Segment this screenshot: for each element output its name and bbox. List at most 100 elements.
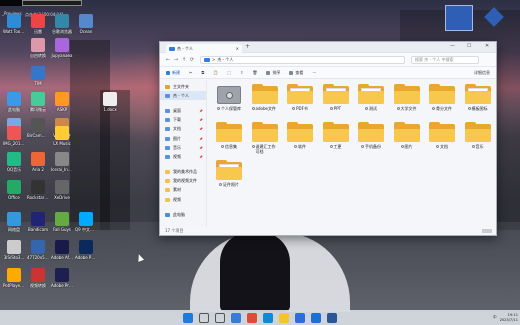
details-button[interactable]: 详细信息 — [474, 70, 490, 76]
desktop-icon[interactable]: Watt Toolkit — [3, 14, 25, 34]
recording-timer[interactable]: 点击关闭 [00:04:14] — [22, 0, 82, 17]
file-item[interactable]: PDF书 — [284, 84, 316, 111]
desktop-icon[interactable]: Ocean — [75, 14, 97, 34]
desktop-icon[interactable]: IMG_2019... — [3, 126, 25, 146]
desktop-icon[interactable]: ASKP — [51, 92, 73, 112]
file-item[interactable]: 大学文件 — [391, 84, 423, 111]
desktop-icon[interactable]: BirCam软件 — [27, 118, 49, 138]
more-button[interactable]: ··· — [312, 70, 316, 75]
desktop-icon[interactable]: Fall Guys — [51, 212, 73, 232]
back-button[interactable]: ← — [164, 57, 172, 63]
file-item[interactable]: 测试 — [355, 84, 387, 111]
file-item[interactable]: 个人保管库 — [213, 86, 245, 111]
desktop-icon[interactable]: Adobe Premiere P... — [51, 268, 73, 288]
file-item[interactable]: 谁建汇工作可档 — [249, 122, 281, 154]
desktop-icon[interactable]: Adobe After Effects 2023 — [51, 240, 73, 260]
desktop-icon[interactable]: 腾讯微云 — [27, 92, 49, 112]
sidebar-item[interactable]: 杰 - 个人 — [160, 91, 206, 101]
new-tab-button[interactable]: + — [245, 43, 250, 50]
sidebar-item[interactable]: 桌面 📌 — [160, 106, 206, 115]
sort-button[interactable]: 排序 — [266, 70, 280, 76]
sidebar-item[interactable]: 图片 📌 — [160, 134, 206, 143]
chrome-icon[interactable] — [247, 312, 257, 323]
title-bar[interactable]: 杰 - 个人 ✕ + — ☐ ✕ — [160, 42, 496, 53]
desktop-icon[interactable]: 迅雷 — [27, 14, 49, 34]
tab-close-icon[interactable]: ✕ — [236, 46, 239, 51]
desktop-icon[interactable]: XeDrive — [51, 180, 73, 200]
view-toggle[interactable] — [482, 229, 492, 233]
file-item[interactable]: 图片 — [391, 122, 423, 149]
sidebar-item[interactable]: 音乐 📌 — [160, 143, 206, 152]
task-view-icon[interactable] — [215, 312, 225, 323]
up-button[interactable]: ↑ — [180, 57, 188, 63]
tab-current[interactable]: 杰 - 个人 ✕ — [166, 44, 242, 53]
close-button[interactable]: ✕ — [485, 43, 489, 49]
windows-icon[interactable] — [183, 312, 193, 323]
desktop-icon[interactable]: 自由转换 — [27, 38, 49, 58]
file-item[interactable]: 工更 — [320, 122, 352, 149]
desktop-icon[interactable]: Office — [3, 180, 25, 200]
sidebar-item[interactable]: 我的视频文件 — [160, 177, 206, 186]
mail-icon[interactable] — [311, 312, 321, 323]
file-item[interactable]: PPT — [320, 84, 352, 111]
sidebar-item[interactable]: 视频 📌 — [160, 152, 206, 161]
cut-button[interactable]: ✂ — [189, 70, 192, 75]
desktop-icon[interactable]: Icerai_In-... — [51, 152, 73, 172]
address-bar[interactable]: > 杰 - 个人 — [200, 55, 405, 64]
desktop-icon[interactable]: Bandicam — [27, 212, 49, 232]
sidebar-item[interactable]: 我的美术作品 — [160, 168, 206, 177]
word-icon[interactable] — [327, 312, 337, 323]
file-item[interactable]: adobe文件 — [249, 84, 281, 111]
sidebar-item[interactable]: 此电脑 — [160, 210, 206, 219]
desktop-icon[interactable]: Adobe Photosho... — [75, 240, 97, 260]
file-explorer-window[interactable]: 杰 - 个人 ✕ + — ☐ ✕ ← → ↑ ⟳ > 杰 - 个人 搜索 杰 -… — [159, 41, 497, 236]
widgets-icon[interactable] — [231, 312, 241, 323]
file-item[interactable]: 信息集 — [213, 122, 245, 149]
file-item[interactable]: 文档 — [426, 122, 458, 149]
file-item[interactable]: 证件照片 — [213, 160, 245, 187]
view-button[interactable]: 查看 — [289, 70, 303, 76]
sidebar-item[interactable]: 文档 📌 — [160, 125, 206, 134]
desktop-icon[interactable]: 此电脑 — [3, 92, 25, 112]
search-input[interactable]: 搜索 杰 - 个人 中搜索 — [411, 55, 479, 64]
file-item[interactable]: 音乐 — [462, 122, 494, 149]
file-item[interactable]: 模板图标 — [462, 84, 494, 111]
search-icon[interactable] — [199, 312, 209, 323]
breadcrumb[interactable]: 杰 - 个人 — [217, 57, 233, 63]
new-button[interactable]: 新建 — [166, 70, 180, 76]
desktop-icon[interactable]: PotPlayer 64 bit — [3, 268, 25, 288]
rename-button[interactable]: ⬚ — [227, 70, 231, 75]
sidebar-item[interactable]: 素材 — [160, 186, 206, 195]
minimize-button[interactable]: — — [450, 43, 455, 49]
desktop-icon[interactable]: 视频转换 — [27, 268, 49, 288]
sidebar-item[interactable]: 主文件夹 — [160, 82, 206, 91]
forward-button[interactable]: → — [172, 57, 180, 63]
desktop-icon[interactable]: Aria 2 — [27, 152, 49, 172]
refresh-button[interactable]: ⟳ — [188, 57, 196, 63]
paste-button[interactable]: 📋 — [213, 70, 218, 75]
desktop-icon[interactable]: 谷歌浏览器 — [51, 14, 73, 34]
desktop-icon[interactable]: QQ音乐 — [3, 152, 25, 172]
desktop-icon[interactable]: 网络盘 — [3, 212, 25, 232]
store-icon[interactable] — [295, 312, 305, 323]
desktop-icon[interactable]: Jupyanaea — [51, 38, 73, 58]
edge-icon[interactable] — [263, 312, 273, 323]
desktop-icon[interactable]: 3IS/Sto3... — [3, 240, 25, 260]
desktop-icon[interactable]: 47720x58... — [27, 240, 49, 260]
desktop-icon[interactable]: Q9 中文对话 — [75, 212, 97, 232]
explorer-icon[interactable] — [279, 312, 289, 323]
input-language[interactable]: 中 — [493, 315, 497, 320]
file-item[interactable]: 手机备份 — [355, 122, 387, 149]
copy-button[interactable]: ⧉ — [201, 70, 204, 75]
file-item[interactable]: 软件 — [284, 122, 316, 149]
maximize-button[interactable]: ☐ — [467, 43, 471, 49]
clock[interactable]: 19:11 2023/7/11 — [500, 313, 518, 322]
sidebar-item[interactable]: 视频 — [160, 195, 206, 204]
desktop-icon[interactable]: 1.docx — [99, 92, 121, 112]
sidebar-item[interactable]: 下载 📌 — [160, 116, 206, 125]
desktop-icon[interactable]: LX Music — [51, 126, 73, 146]
share-button[interactable]: ⇪ — [240, 70, 243, 75]
delete-button[interactable]: 🗑 — [252, 70, 257, 75]
desktop-icon[interactable]: TIM — [27, 66, 49, 86]
desktop-icon[interactable]: Rockstar Games... — [27, 180, 49, 200]
